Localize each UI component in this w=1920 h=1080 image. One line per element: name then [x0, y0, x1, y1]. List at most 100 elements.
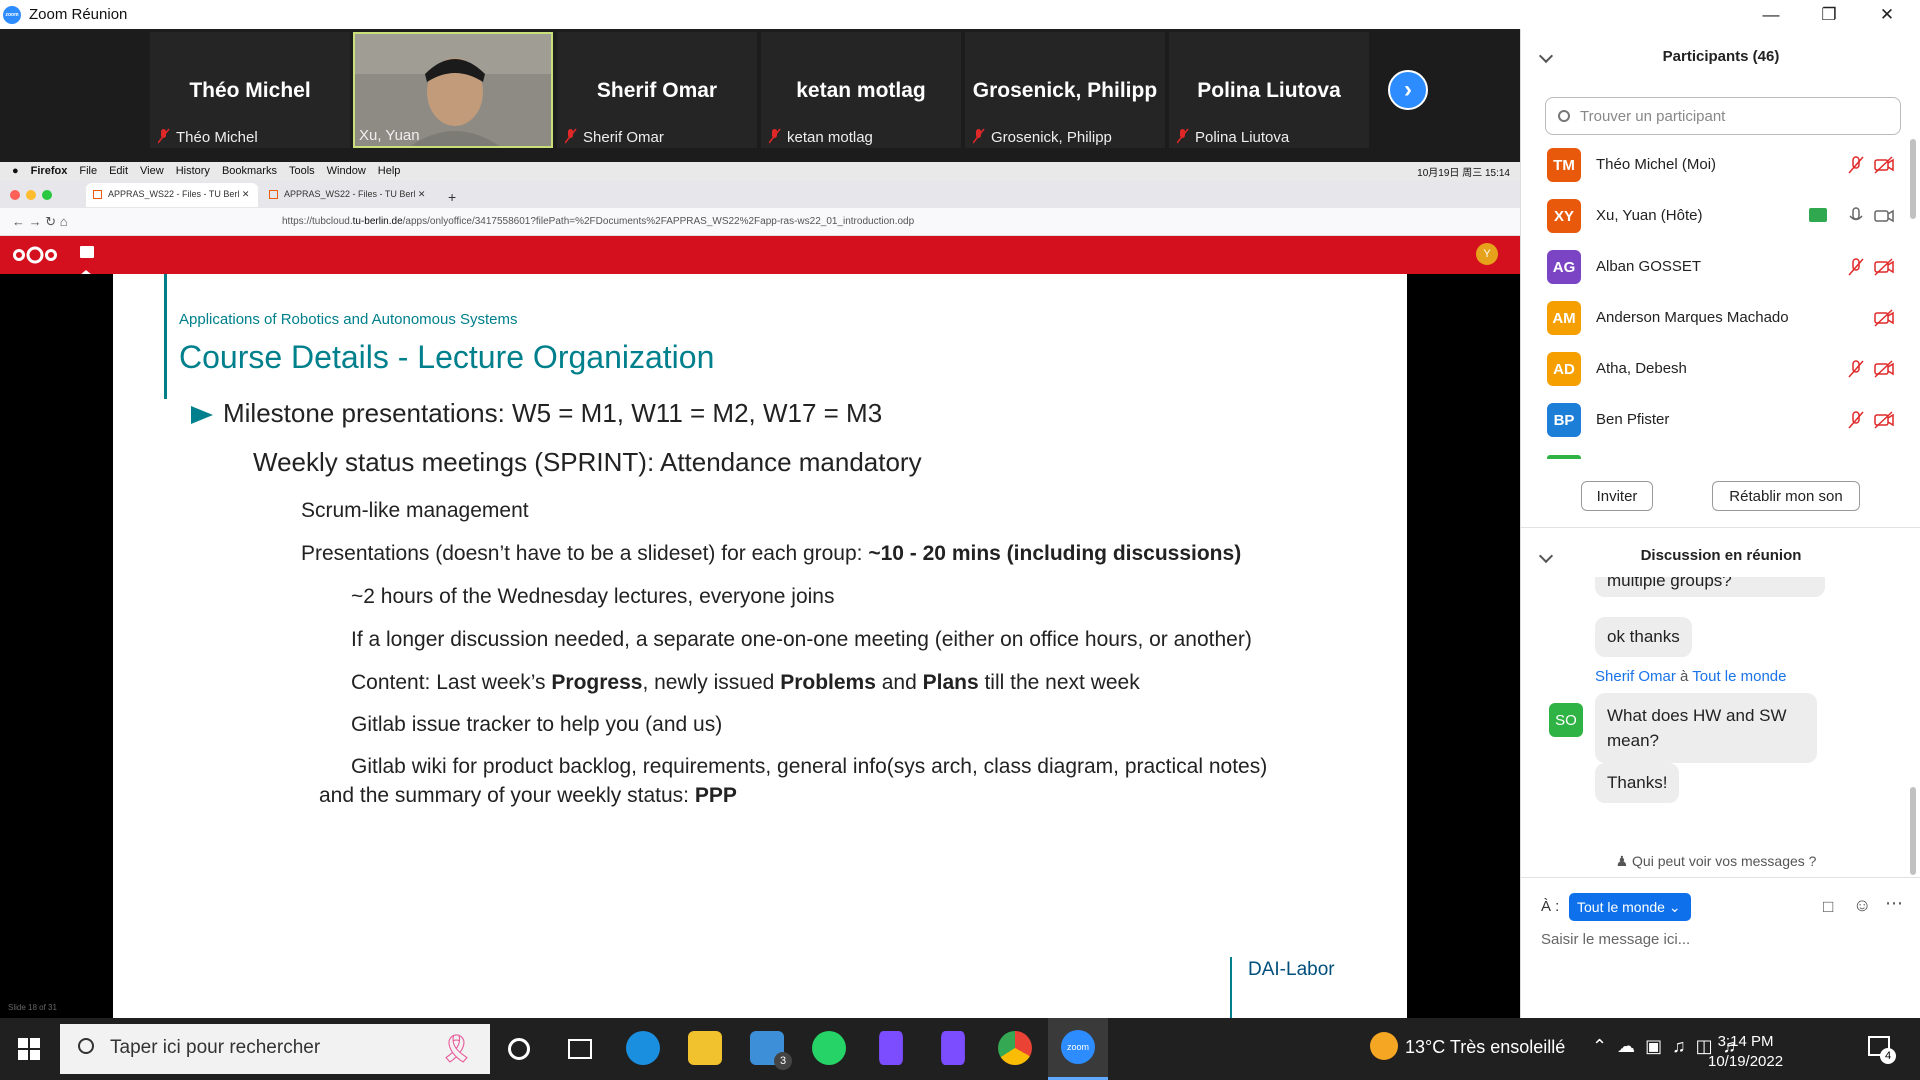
- recipient-dropdown[interactable]: Tout le monde ⌄: [1569, 893, 1691, 921]
- avatar: AM: [1547, 301, 1581, 335]
- menu-item: History: [175, 165, 210, 177]
- menu-item: Edit: [109, 165, 129, 177]
- bullet-arrow-icon: [191, 406, 213, 424]
- new-tab-icon: +: [448, 189, 457, 205]
- browser-urlbar: ← → ↻ ⌂ https://tubcloud.tu-berlin.de/ap…: [0, 208, 1520, 236]
- zoom-taskbar-item[interactable]: zoom: [1048, 1018, 1108, 1080]
- more-options-icon[interactable]: ⋯: [1885, 893, 1903, 914]
- video-off-icon[interactable]: [1873, 155, 1895, 175]
- video-off-icon[interactable]: [1873, 257, 1895, 277]
- participants-scrollbar[interactable]: [1910, 139, 1916, 219]
- chrome-icon[interactable]: [998, 1031, 1032, 1065]
- muted-mic-icon[interactable]: [1847, 359, 1865, 379]
- mac-menubar: ● Firefox File Edit View History Bookmar…: [0, 162, 1520, 180]
- participant-tile[interactable]: Sherif Omar Sherif Omar: [557, 32, 757, 148]
- menu-item: Firefox: [30, 165, 68, 177]
- menu-item: Tools: [288, 165, 315, 177]
- window-title: Zoom Réunion: [29, 6, 128, 23]
- edge-icon[interactable]: [626, 1031, 660, 1065]
- files-icon: [80, 246, 94, 258]
- people-icon: ♟: [1615, 853, 1629, 869]
- participant-video-tile[interactable]: Xu, Yuan: [353, 32, 553, 148]
- participant-name: Ben Pfister: [1596, 411, 1670, 428]
- participant-tile[interactable]: Grosenick, Philipp Grosenick, Philipp: [965, 32, 1165, 148]
- chat-header: Discussion en réunion: [1640, 547, 1802, 564]
- bullet-level4: ~2 hours of the Wednesday lectures, ever…: [351, 585, 835, 608]
- browser-tabbar: APPRAS_WS22 - Files - TU Berl ✕ APPRAS_W…: [0, 180, 1520, 208]
- participant-row[interactable]: BP Ben Pfister: [1521, 396, 1911, 447]
- participant-search-input[interactable]: Trouver un participant: [1545, 97, 1901, 135]
- chat-message-input[interactable]: Saisir le message ici...: [1541, 931, 1901, 948]
- video-off-icon[interactable]: [1873, 359, 1895, 379]
- tab-favicon-icon: [93, 190, 102, 199]
- restore-icon[interactable]: ❐: [1800, 0, 1858, 29]
- participant-row[interactable]: XY Xu, Yuan (Hôte): [1521, 192, 1911, 243]
- participant-row[interactable]: AM Anderson Marques Machado: [1521, 294, 1911, 345]
- video-off-icon[interactable]: [1873, 410, 1895, 430]
- participant-name: Alban GOSSET: [1596, 258, 1702, 275]
- whatsapp-icon[interactable]: [812, 1031, 846, 1065]
- muted-mic-icon[interactable]: [1847, 257, 1865, 277]
- taskbar-clock[interactable]: 3:14 PM 10/19/2022: [1708, 1032, 1783, 1072]
- muted-mic-icon[interactable]: [1847, 155, 1865, 175]
- task-view-icon[interactable]: [568, 1039, 592, 1059]
- taskbar-search-input[interactable]: Taper ici pour rechercher 🎗: [60, 1024, 490, 1074]
- chat-messages: multiple groups? ok thanks Sherif Omar à…: [1521, 577, 1911, 877]
- nextcloud-logo-icon: [13, 246, 57, 264]
- muted-mic-icon[interactable]: [1847, 410, 1865, 430]
- restore-sound-button[interactable]: Rétablir mon son: [1712, 481, 1860, 511]
- participant-name: Théo Michel (Moi): [1596, 156, 1717, 173]
- video-icon[interactable]: [1873, 206, 1895, 226]
- video-off-icon[interactable]: [1873, 308, 1895, 328]
- invite-button[interactable]: Inviter: [1581, 481, 1653, 511]
- clock-date: 10/19/2022: [1708, 1053, 1784, 1070]
- menu-item: Bookmarks: [221, 165, 277, 177]
- tab-title: APPRAS_WS22 - Files - TU Berl: [108, 189, 240, 199]
- search-icon: [78, 1038, 94, 1054]
- participant-row[interactable]: AD Atha, Debesh: [1521, 345, 1911, 396]
- muted-mic-icon: [158, 128, 170, 144]
- bullet-level1: Milestone presentations: W5 = M1, W11 = …: [223, 398, 883, 428]
- tile-label: ketan motlag: [787, 129, 873, 146]
- emoji-icon[interactable]: ☺: [1853, 895, 1871, 916]
- tile-name: Sherif Omar: [596, 79, 718, 102]
- tab-title: APPRAS_WS22 - Files - TU Berl: [284, 189, 416, 199]
- mail-badge: 3: [774, 1052, 792, 1070]
- obsidian-icon[interactable]: [941, 1031, 965, 1065]
- menu-item: Window: [326, 165, 366, 177]
- screen-share-icon: [1809, 208, 1827, 222]
- weather-icon[interactable]: [1370, 1032, 1398, 1060]
- bullet-level3: Scrum-like management: [301, 499, 529, 522]
- participant-tile[interactable]: Polina Liutova Polina Liutova: [1169, 32, 1369, 148]
- cortana-icon[interactable]: [508, 1038, 530, 1060]
- close-icon[interactable]: ✕: [1858, 0, 1916, 29]
- participant-row[interactable]: AG Alban GOSSET: [1521, 243, 1911, 294]
- close-dot-icon: [10, 190, 20, 200]
- weather-text[interactable]: 13°C Très ensoleillé: [1405, 1037, 1565, 1058]
- dai-labor-logo: DAI-Labor: [1248, 959, 1335, 980]
- file-explorer-icon[interactable]: [688, 1031, 722, 1065]
- chat-bubble: Thanks!: [1595, 763, 1680, 803]
- next-page-chevron-icon[interactable]: ›: [1388, 70, 1428, 110]
- participant-tile[interactable]: ketan motlag ketan motlag: [761, 32, 961, 148]
- who-can-see-link[interactable]: ♟ Qui peut voir vos messages ?: [1521, 853, 1911, 870]
- tile-label: Sherif Omar: [583, 129, 664, 146]
- obsidian-icon[interactable]: [879, 1031, 903, 1065]
- tile-name: Théo Michel: [189, 79, 311, 102]
- tile-name: ketan motlag: [796, 79, 926, 102]
- file-icon[interactable]: □: [1823, 897, 1833, 917]
- muted-mic-icon: [973, 128, 985, 144]
- bullet-level4: If a longer discussion needed, a separat…: [351, 628, 1252, 651]
- bullet-level4: Gitlab issue tracker to help you (and us…: [351, 713, 723, 736]
- menu-item: File: [79, 165, 98, 177]
- participant-tile[interactable]: Théo Michel Théo Michel: [150, 32, 350, 148]
- windows-start-icon[interactable]: [18, 1038, 40, 1060]
- shared-screen: ● Firefox File Edit View History Bookmar…: [0, 162, 1520, 1018]
- tile-label: Théo Michel: [176, 129, 258, 146]
- chat-sender: Sherif Omar à Tout le monde: [1595, 668, 1787, 685]
- mic-icon[interactable]: [1847, 206, 1865, 226]
- tile-label: Polina Liutova: [1195, 129, 1290, 146]
- bullet-level4: Content: Last week’s Progress, newly iss…: [351, 671, 1140, 694]
- participant-row[interactable]: TM Théo Michel (Moi): [1521, 141, 1911, 192]
- minimize-icon[interactable]: —: [1742, 0, 1800, 29]
